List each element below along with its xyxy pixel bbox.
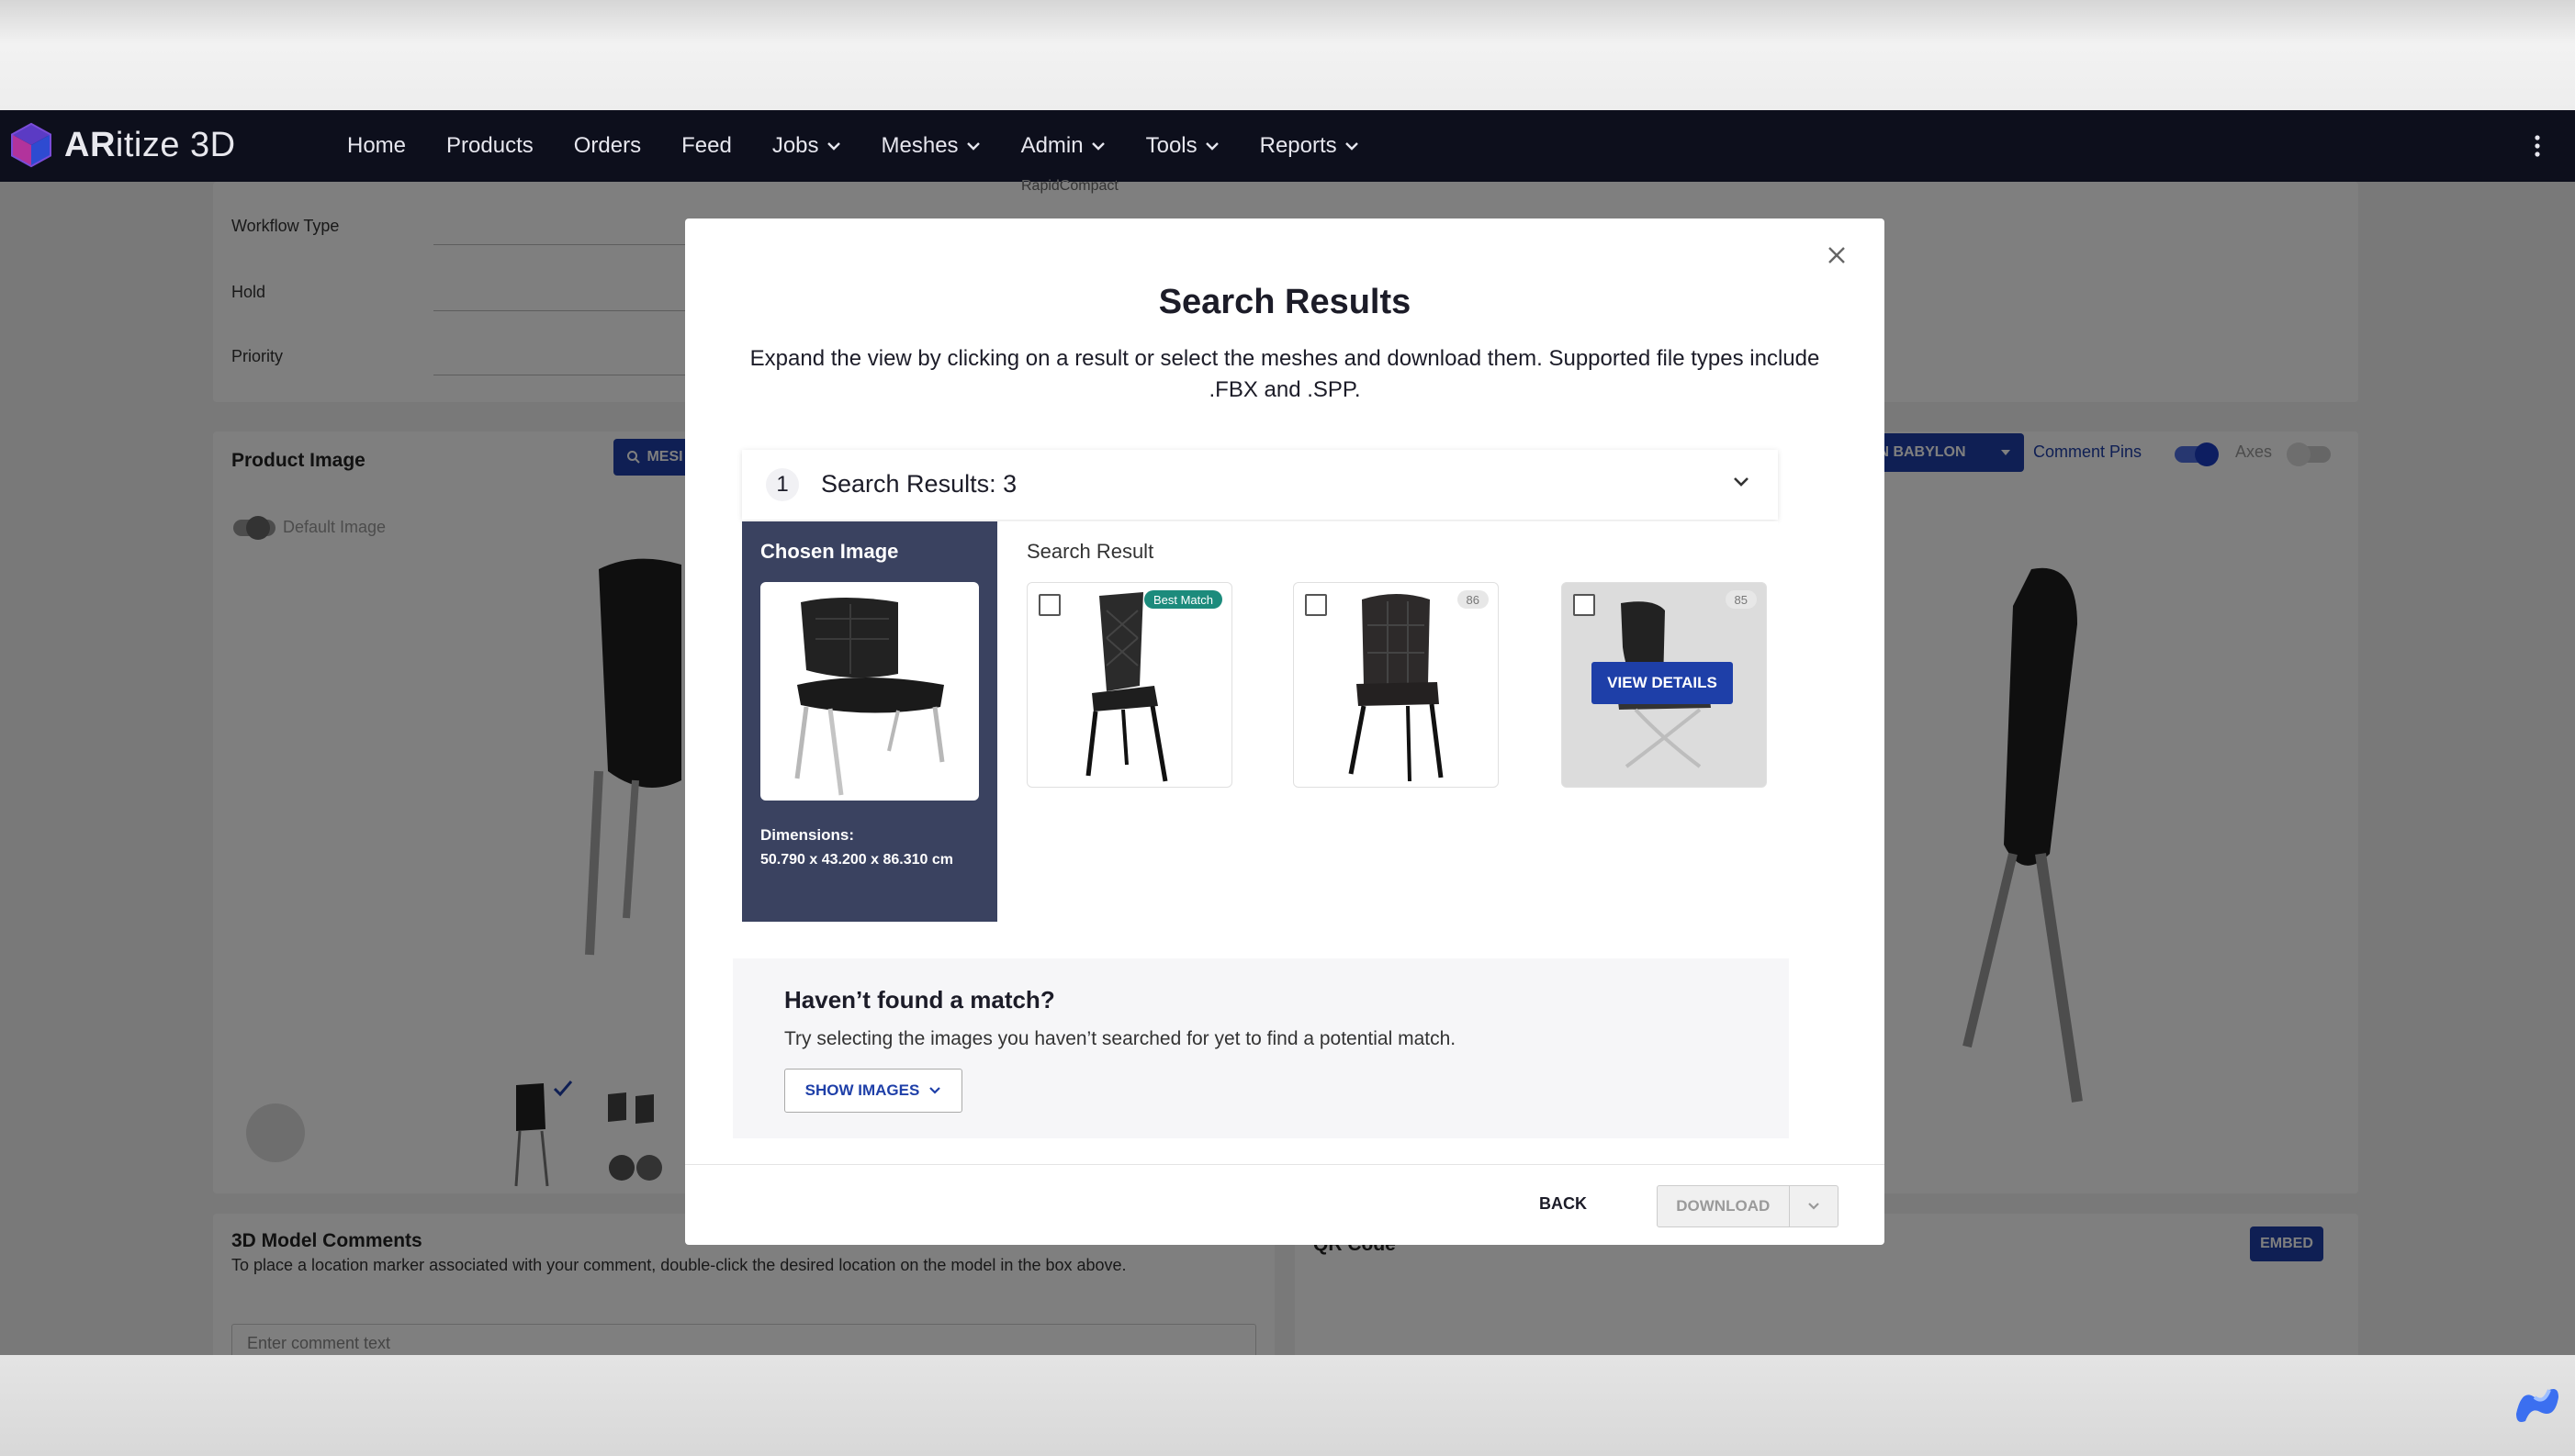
back-button[interactable]: BACK [1539, 1194, 1587, 1214]
match-score-badge: 86 [1456, 590, 1489, 609]
search-results-accordion[interactable]: 1 Search Results: 3 [742, 450, 1778, 520]
nav-admin[interactable]: Admin [1021, 133, 1106, 159]
no-match-description: Try selecting the images you haven’t sea… [784, 1028, 1456, 1049]
nav-products[interactable]: Products [446, 133, 534, 159]
nav-feed[interactable]: Feed [681, 133, 732, 159]
nav-orders[interactable]: Orders [574, 133, 641, 159]
chosen-image [760, 582, 979, 801]
modal-footer: BACK DOWNLOAD [685, 1164, 1884, 1245]
dimensions-value: 50.790 x 43.200 x 86.310 cm [760, 852, 953, 868]
brand-name: ARitize 3D [64, 125, 236, 164]
screen-bottom-border [0, 1355, 2575, 1456]
no-match-title: Haven’t found a match? [784, 986, 1055, 1014]
modal-title: Search Results [1158, 283, 1411, 321]
chevron-down-icon [1091, 142, 1105, 151]
no-match-section: Haven’t found a match? Try selecting the… [733, 958, 1789, 1138]
chevron-down-icon [1344, 142, 1358, 151]
nav-home[interactable]: Home [347, 133, 406, 159]
chevron-down-icon [966, 142, 980, 151]
download-button[interactable]: DOWNLOAD [1657, 1185, 1838, 1227]
modal-description: Expand the view by clicking on a result … [749, 346, 1820, 402]
brand-logo[interactable]: ARitize 3D [7, 121, 236, 169]
nav-tools[interactable]: Tools [1146, 133, 1220, 159]
result-checkbox-2[interactable] [1305, 594, 1327, 616]
chevron-down-icon [826, 142, 840, 151]
close-icon[interactable] [1824, 242, 1850, 268]
chevron-down-icon [929, 1087, 941, 1094]
result-card-2[interactable]: 86 [1293, 582, 1499, 788]
search-results-modal: Search Results Expand the view by clicki… [685, 218, 1884, 1245]
app-header: ARitize 3D Home Products Orders Feed Job… [0, 110, 2575, 182]
accordion-title: Search Results: 3 [821, 470, 1018, 498]
chevron-down-icon [1205, 142, 1219, 151]
search-results-area: Search Result Best Match 86 85 VIEW DETA… [999, 521, 1778, 922]
chair-image [794, 598, 945, 796]
view-details-button[interactable]: VIEW DETAILS [1591, 662, 1733, 704]
match-score-badge: 85 [1725, 590, 1757, 609]
chevron-down-icon [1807, 1203, 1819, 1210]
download-label: DOWNLOAD [1676, 1197, 1771, 1215]
accordion-step-number: 1 [766, 468, 799, 501]
main-nav: Home Products Orders Feed Jobs Meshes Ad… [347, 110, 1359, 182]
chosen-image-title: Chosen Image [760, 540, 899, 563]
chevron-down-icon[interactable] [1732, 476, 1750, 488]
chosen-image-panel: Chosen Image Dimensions: 50.790 x 43.200… [742, 521, 997, 922]
search-result-label: Search Result [1027, 540, 1154, 563]
nav-meshes[interactable]: Meshes [882, 133, 981, 159]
download-options-toggle[interactable] [1788, 1185, 1838, 1227]
dimensions-label: Dimensions: [760, 826, 855, 844]
show-images-button[interactable]: SHOW IMAGES [784, 1069, 962, 1113]
nav-reports[interactable]: Reports [1260, 133, 1359, 159]
nav-jobs[interactable]: Jobs [772, 133, 841, 159]
result-card-3[interactable]: 85 VIEW DETAILS [1561, 582, 1767, 788]
watermark-logo-icon [2516, 1389, 2558, 1422]
result-card-1[interactable]: Best Match [1027, 582, 1232, 788]
result-checkbox-3[interactable] [1573, 594, 1595, 616]
best-match-badge: Best Match [1143, 590, 1222, 609]
screen-top-border [0, 0, 2575, 110]
cube-logo-icon [11, 122, 51, 168]
more-vertical-icon[interactable] [2533, 134, 2542, 158]
result-checkbox-1[interactable] [1039, 594, 1061, 616]
